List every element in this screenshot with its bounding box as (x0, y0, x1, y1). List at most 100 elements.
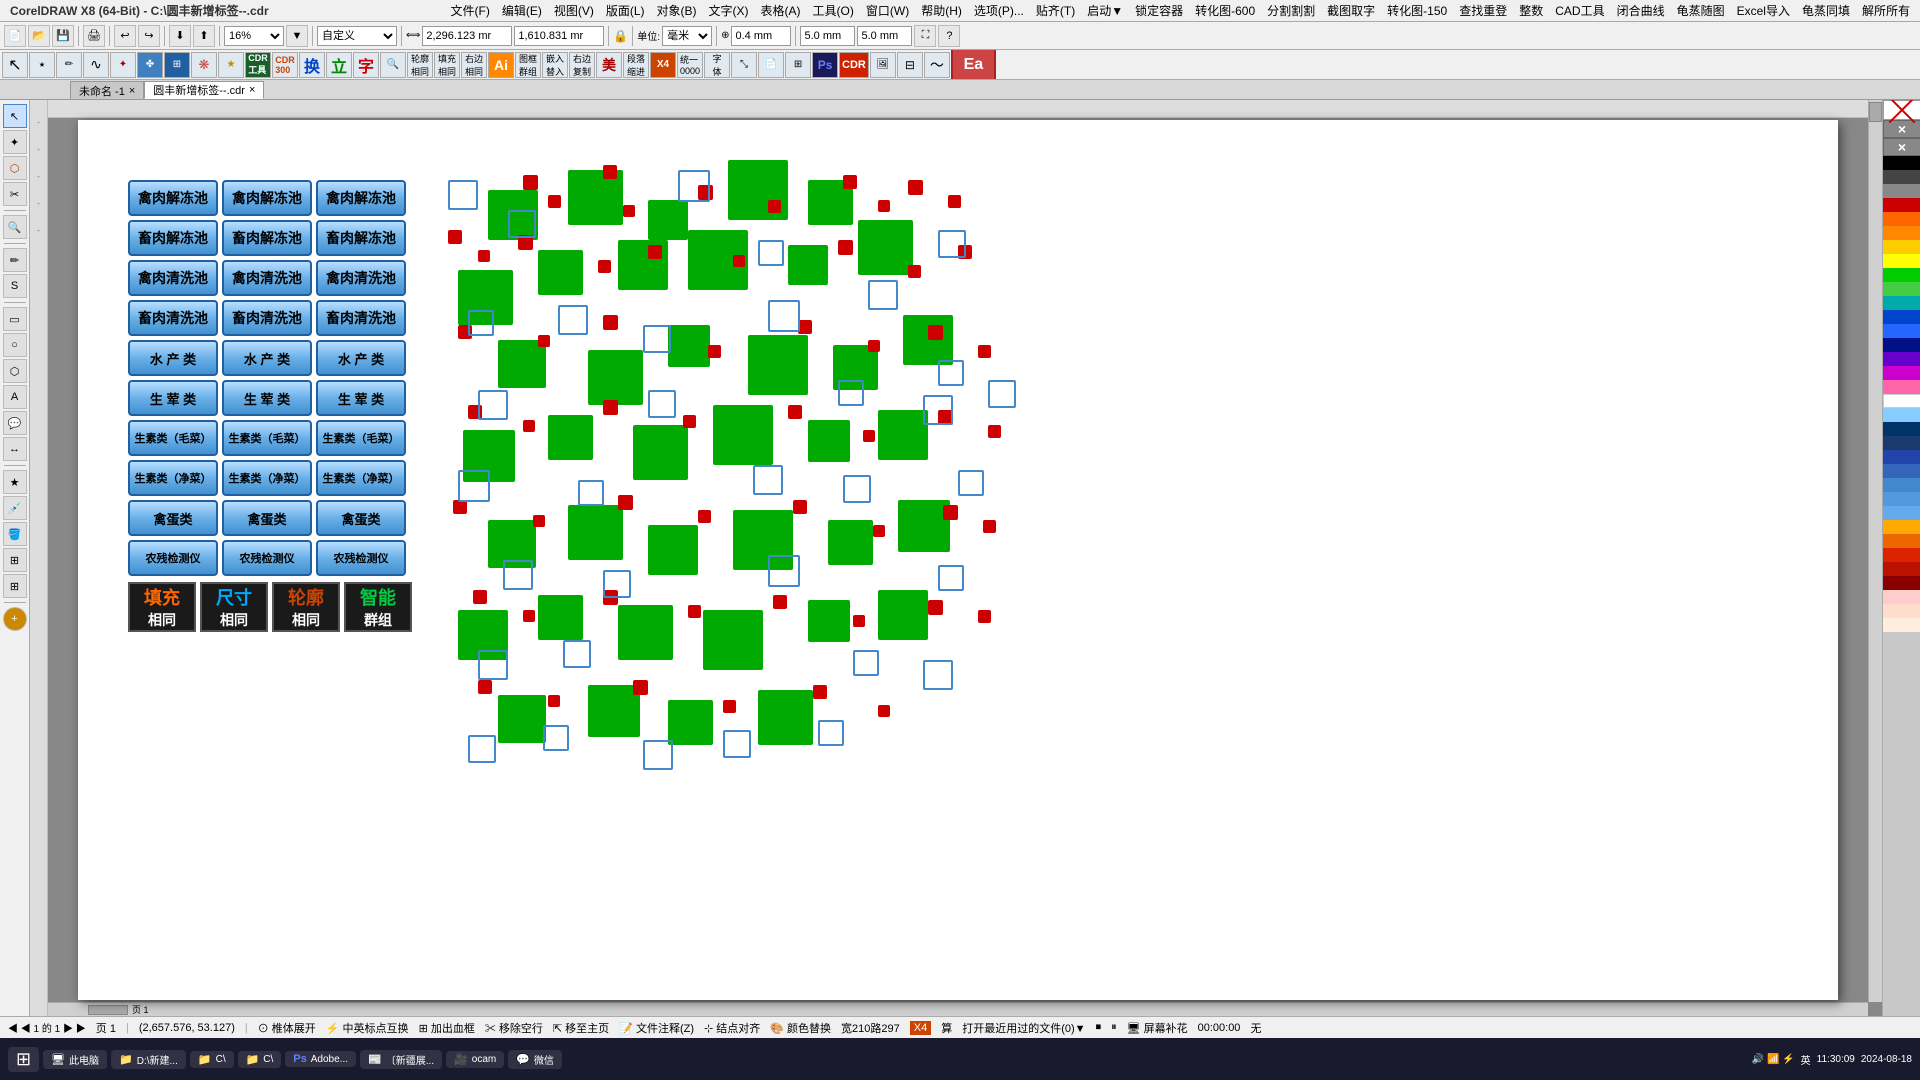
label-9-2[interactable]: 禽蛋类 (222, 500, 312, 536)
menu-file[interactable]: 文件(F) (445, 2, 496, 19)
lock-ratio-btn[interactable]: 🔒 (613, 29, 628, 43)
menu-options[interactable]: 选项(P)... (968, 2, 1030, 19)
status-tool-3[interactable]: ⊞ 加出血框 (419, 1020, 475, 1036)
color-swatch-black[interactable] (1883, 156, 1920, 170)
zoom-select[interactable]: 16% 25% 50% 100% (224, 26, 284, 46)
color-swatch-pink[interactable] (1883, 380, 1920, 394)
menu-transform2[interactable]: 转化图-150 (1381, 2, 1453, 19)
tool-addpage[interactable]: + (3, 607, 27, 631)
menu-text[interactable]: 文字(X) (703, 2, 755, 19)
color-swatch-blue[interactable] (1883, 310, 1920, 324)
status-tool-1[interactable]: ⊙ 椎体展开 (258, 1020, 316, 1036)
vscroll-thumb[interactable] (1869, 102, 1882, 122)
tab-main-file[interactable]: 圆丰新增标签--.cdr × (144, 81, 264, 99)
tool-freehand-t[interactable]: ✏ (3, 248, 27, 272)
tool-curve[interactable]: 〜 (924, 52, 950, 78)
full-screen-btn[interactable]: ⛶ (914, 25, 936, 47)
tool-pattern[interactable]: ⊞ (3, 574, 27, 598)
color-swatch-peach[interactable] (1883, 618, 1920, 632)
color-swatch-darknavy[interactable] (1883, 422, 1920, 436)
label-1-3[interactable]: 禽肉解冻池 (316, 180, 406, 216)
color-swatch-indigo[interactable] (1883, 450, 1920, 464)
tool-ellipse[interactable]: ○ (3, 333, 27, 357)
menu-help[interactable]: 帮助(H) (915, 2, 968, 19)
label-6-3[interactable]: 生 荤 类 (316, 380, 406, 416)
special-smart[interactable]: 智能 群组 (344, 582, 412, 632)
tool-crop[interactable]: ✂ (3, 182, 27, 206)
tool-rect[interactable]: ▭ (3, 307, 27, 331)
tool-star[interactable]: ★ (218, 52, 244, 78)
menu-segment[interactable]: 分割割割 (1261, 2, 1321, 19)
label-10-1[interactable]: 农残检测仪 (128, 540, 218, 576)
label-1-2[interactable]: 禽肉解冻池 (222, 180, 312, 216)
tool-zoom-t[interactable]: 🔍 (3, 215, 27, 239)
tool-resize[interactable]: ⤡ (731, 52, 757, 78)
status-tool-2[interactable]: ⚡ 中英标点互换 (326, 1020, 409, 1036)
start-button[interactable]: ⊞ (8, 1047, 39, 1072)
menu-screenshot[interactable]: 截图取字 (1321, 2, 1381, 19)
label-3-2[interactable]: 禽肉清洗池 (222, 260, 312, 296)
tool-polygon[interactable]: ⬡ (3, 359, 27, 383)
tool-fill-t[interactable]: 🪣 (3, 522, 27, 546)
menu-closeall[interactable]: 解所所有 (1856, 2, 1916, 19)
help-btn[interactable]: ? (938, 25, 960, 47)
color-swatch-crimson[interactable] (1883, 548, 1920, 562)
tool-insert[interactable]: 嵌入替入 (542, 52, 568, 78)
label-1-1[interactable]: 禽肉解冻池 (128, 180, 218, 216)
menu-table[interactable]: 表格(A) (755, 2, 807, 19)
label-4-1[interactable]: 畜肉清洗池 (128, 300, 218, 336)
label-5-1[interactable]: 水 产 类 (128, 340, 218, 376)
menu-launch[interactable]: 启动▼ (1081, 2, 1129, 19)
undo-button[interactable]: ↩ (114, 25, 136, 47)
color-swatch-skyblue[interactable] (1883, 478, 1920, 492)
label-9-3[interactable]: 禽蛋类 (316, 500, 406, 536)
color-swatch-gray[interactable] (1883, 184, 1920, 198)
tool-pick[interactable]: ✦ (3, 130, 27, 154)
tool-align[interactable]: ⊞ (785, 52, 811, 78)
status-stop[interactable]: ⏹ (1096, 1021, 1102, 1034)
tool-bitmap[interactable]: ⊟ (897, 52, 923, 78)
label-7-2[interactable]: 生素类（毛菜） (222, 420, 312, 456)
special-fill[interactable]: 填充 相同 (128, 582, 196, 632)
size-w[interactable] (800, 26, 855, 46)
tool-search[interactable]: 🔍 (380, 52, 406, 78)
tool-cdr[interactable]: CDR工具 (245, 52, 271, 78)
color-swatch-lightgreen[interactable] (1883, 282, 1920, 296)
open-button[interactable]: 📂 (28, 25, 50, 47)
tool-dimension[interactable]: ↔ (3, 437, 27, 461)
label-9-1[interactable]: 禽蛋类 (128, 500, 218, 536)
tool-artistic[interactable]: ✦ (110, 52, 136, 78)
taskbar-ca1[interactable]: 📁 C\ (190, 1051, 234, 1068)
menu-lock[interactable]: 锁定容器 (1129, 2, 1189, 19)
label-10-3[interactable]: 农残检测仪 (316, 540, 406, 576)
label-2-3[interactable]: 畜肉解冻池 (316, 220, 406, 256)
color-swatch-cornflower[interactable] (1883, 492, 1920, 506)
label-7-1[interactable]: 生素类（毛菜） (128, 420, 218, 456)
color-swatch-magenta[interactable] (1883, 366, 1920, 380)
color-swatch-navy[interactable] (1883, 338, 1920, 352)
menu-object[interactable]: 对象(B) (651, 2, 703, 19)
preset-select[interactable]: 自定义 (317, 26, 397, 46)
color-swatch-white[interactable] (1883, 394, 1920, 408)
tool-group[interactable]: 图框群组 (515, 52, 541, 78)
menu-turtle2[interactable]: 龟蒸同填 (1796, 2, 1856, 19)
taskbar-news[interactable]: 📰 〔新疆展... (360, 1050, 442, 1069)
menu-integer[interactable]: 整数 (1513, 2, 1549, 19)
tool-ai[interactable]: Ai (488, 52, 514, 78)
tool-flower[interactable]: ❋ (191, 52, 217, 78)
hscroll-thumb[interactable] (88, 1005, 128, 1015)
menu-cad[interactable]: CAD工具 (1549, 2, 1610, 19)
menu-excel[interactable]: Excel导入 (1731, 2, 1796, 19)
new-button[interactable]: 📄 (4, 25, 26, 47)
label-4-3[interactable]: 畜肉清洗池 (316, 300, 406, 336)
color-swatch-amber[interactable] (1883, 520, 1920, 534)
tool-cdr2[interactable]: CDR (839, 52, 869, 78)
status-recent[interactable]: 打开最近用过的文件(0)▼ (962, 1020, 1085, 1036)
tool-right[interactable]: 右边相同 (461, 52, 487, 78)
color-swatch-orange[interactable] (1883, 212, 1920, 226)
tool-eyedrop[interactable]: 💉 (3, 496, 27, 520)
tool-interactive[interactable]: ★ (3, 470, 27, 494)
tool-smart-fill[interactable]: ⊞ (3, 548, 27, 572)
label-5-2[interactable]: 水 产 类 (222, 340, 312, 376)
tab-close-main[interactable]: × (249, 84, 255, 96)
